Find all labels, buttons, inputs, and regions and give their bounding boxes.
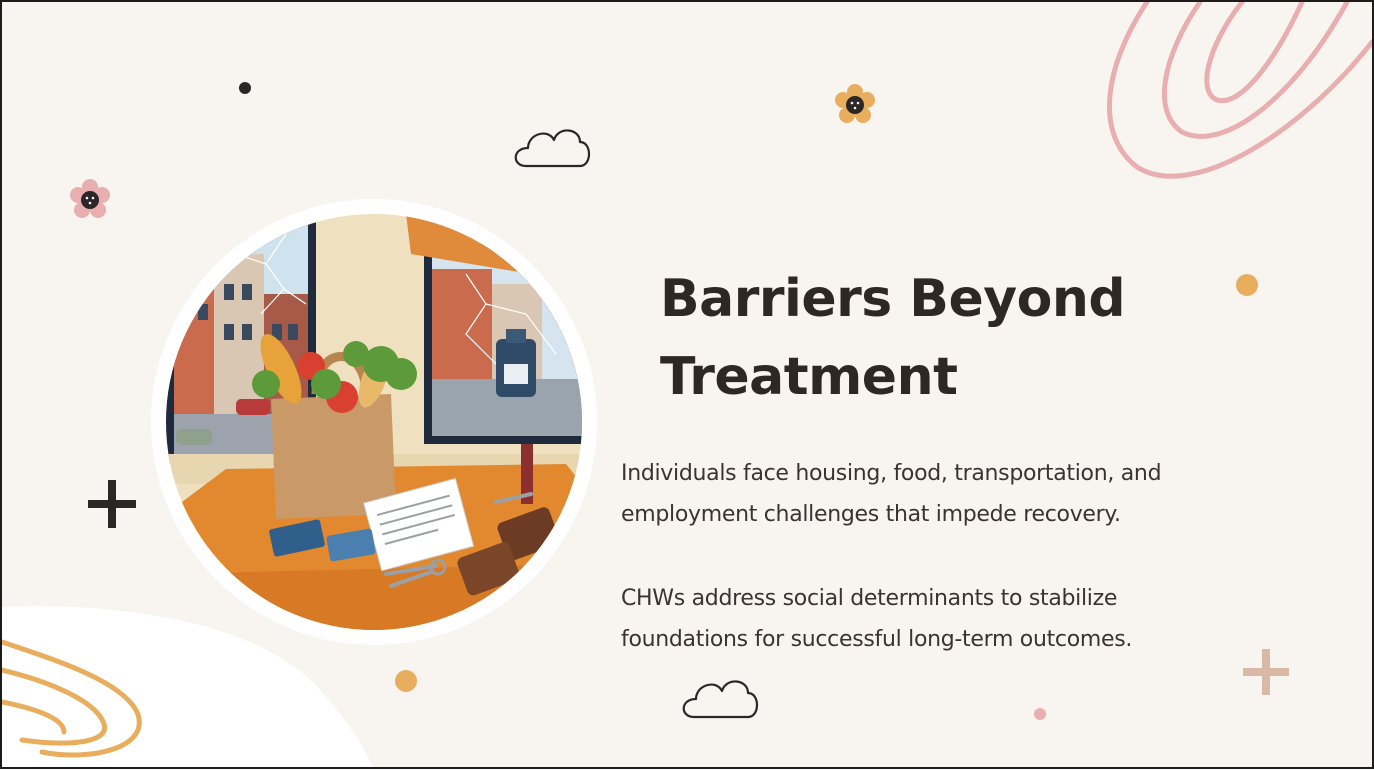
slide-title: Barriers Beyond Treatment <box>660 260 1220 416</box>
dot-icon <box>1034 708 1046 720</box>
illustration-table-scene <box>166 214 582 630</box>
cloud-icon <box>514 129 591 168</box>
body-paragraph-1: Individuals face housing, food, transpor… <box>621 453 1221 535</box>
dot-icon <box>1236 274 1258 296</box>
paragraph-2-line-1: CHWs address social determinants to stab… <box>621 586 1118 611</box>
flower-icon <box>835 84 875 123</box>
plus-icon <box>1243 649 1289 695</box>
dot-icon <box>239 82 251 94</box>
cloud-icon <box>682 680 759 719</box>
flower-icon <box>70 179 110 218</box>
title-line-1: Barriers Beyond <box>660 269 1126 329</box>
dot-icon <box>395 670 417 692</box>
plus-icon <box>88 480 136 528</box>
paragraph-1-line-1: Individuals face housing, food, transpor… <box>621 461 1162 486</box>
slide: Barriers Beyond Treatment Individuals fac… <box>2 2 1372 767</box>
paragraph-1-line-2: employment challenges that impede recove… <box>621 502 1121 527</box>
body-paragraph-2: CHWs address social determinants to stab… <box>621 578 1221 660</box>
title-line-2: Treatment <box>660 347 958 407</box>
pink-squiggle-icon <box>1107 2 1372 179</box>
paragraph-2-line-2: foundations for successful long-term out… <box>621 627 1133 652</box>
